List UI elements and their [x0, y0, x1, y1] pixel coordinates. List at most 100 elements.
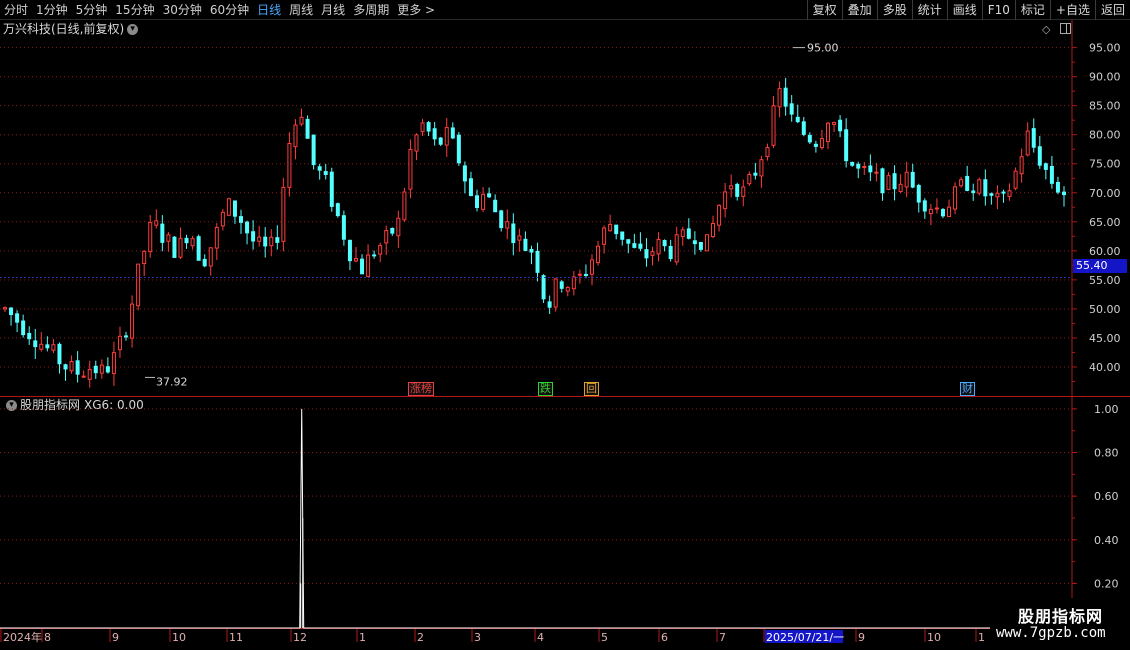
candle-body [868, 165, 873, 173]
high-label: 95.00 [807, 42, 839, 55]
candle-body [711, 222, 716, 238]
candle-body [1013, 170, 1018, 189]
candle-body [293, 124, 298, 148]
candle-body [632, 243, 637, 248]
candle-body [1049, 165, 1054, 184]
candle-body [275, 237, 280, 243]
y-tick-label: 40.00 [1089, 361, 1121, 374]
candle-body [190, 238, 195, 247]
candle-body [63, 364, 68, 370]
candle-body [523, 238, 528, 251]
candle-body [360, 258, 365, 275]
candle-body [602, 227, 607, 245]
candle-body [202, 258, 207, 267]
candle-body [347, 239, 352, 262]
event-badge[interactable]: 财 [960, 382, 975, 396]
candle-body [735, 183, 740, 197]
candle-body [269, 236, 274, 247]
candle-body [481, 193, 486, 210]
candle-body [184, 237, 189, 244]
candle-body [160, 223, 165, 243]
candle-body [832, 122, 837, 125]
y-tick-label: 50.00 [1089, 303, 1121, 316]
candle-body [1043, 163, 1048, 170]
low-label: 37.92 [156, 375, 188, 388]
candle-body [1055, 181, 1060, 193]
candle-body [662, 240, 667, 247]
candle-body [971, 190, 976, 194]
candle-body [747, 173, 752, 185]
candle-body [136, 263, 141, 307]
candle-body [3, 307, 7, 310]
candle-body [650, 251, 655, 256]
candle-body [39, 343, 44, 350]
event-badge[interactable]: 回 [584, 382, 599, 396]
candle-body [305, 118, 310, 139]
candle-body [553, 278, 558, 308]
candle-body [819, 138, 824, 149]
candle-body [674, 234, 679, 263]
candle-body [384, 230, 389, 244]
candle-body [559, 281, 564, 289]
watermark: 股朋指标网 www.7gpzb.com [990, 598, 1130, 650]
candle-body [402, 191, 407, 221]
candle-body [807, 134, 812, 143]
candle-body [33, 340, 38, 348]
time-axis-label: 2 [417, 631, 424, 644]
candle-body [456, 134, 461, 164]
candle-body [626, 239, 631, 244]
candle-body [475, 195, 480, 209]
candle-body [1037, 146, 1042, 166]
time-axis-label: 1 [978, 631, 985, 644]
candle-body [154, 220, 159, 226]
candle-body [904, 171, 909, 188]
candle-body [511, 223, 516, 244]
candle-body [251, 231, 256, 242]
candle-body [862, 166, 867, 169]
candle-body [499, 210, 504, 229]
candle-body [898, 183, 903, 192]
candle-body [124, 335, 129, 338]
candle-body [583, 273, 588, 276]
candle-body [547, 301, 552, 308]
candle-body [105, 366, 110, 373]
y-tick-label: 90.00 [1089, 71, 1121, 84]
candle-body [87, 368, 92, 380]
event-badge[interactable]: 跌 [538, 382, 553, 396]
candle-body [75, 360, 80, 375]
indicator-y-tick-label: 0.80 [1094, 447, 1119, 460]
indicator-y-tick-label: 1.00 [1094, 403, 1119, 416]
candle-body [571, 276, 576, 290]
candle-body [366, 254, 371, 277]
candle-body [239, 216, 244, 223]
y-tick-label: 75.00 [1089, 158, 1121, 171]
candle-body [1001, 191, 1006, 194]
candle-body [15, 313, 20, 323]
candle-body [850, 161, 855, 166]
candle-body [892, 173, 897, 190]
candle-body [614, 224, 619, 235]
candle-body [420, 122, 425, 133]
candle-body [372, 254, 377, 257]
candle-body [396, 217, 401, 237]
candle-body [130, 303, 135, 339]
candle-body [142, 250, 147, 265]
candle-body [838, 119, 843, 132]
candle-body [977, 179, 982, 194]
event-badge[interactable]: 涨榜 [408, 382, 434, 396]
chart-canvas[interactable]: 95.00 90.00 85.00 80.00 75.00 70.00 65.00 60.00… [0, 0, 1130, 650]
candle-body [934, 207, 939, 210]
candle-body [953, 186, 958, 210]
candle-body [408, 149, 413, 190]
time-axis-label: 2024年 [3, 630, 42, 644]
candle-body [856, 163, 861, 169]
watermark-url: www.7gpzb.com [996, 625, 1106, 641]
candle-body [438, 137, 443, 145]
candle-body [214, 226, 219, 249]
candle-body [426, 122, 431, 132]
candle-body [220, 211, 225, 227]
candle-body [844, 129, 849, 162]
candle-body [487, 193, 492, 198]
candle-body [983, 179, 988, 197]
candle-body [432, 128, 437, 140]
